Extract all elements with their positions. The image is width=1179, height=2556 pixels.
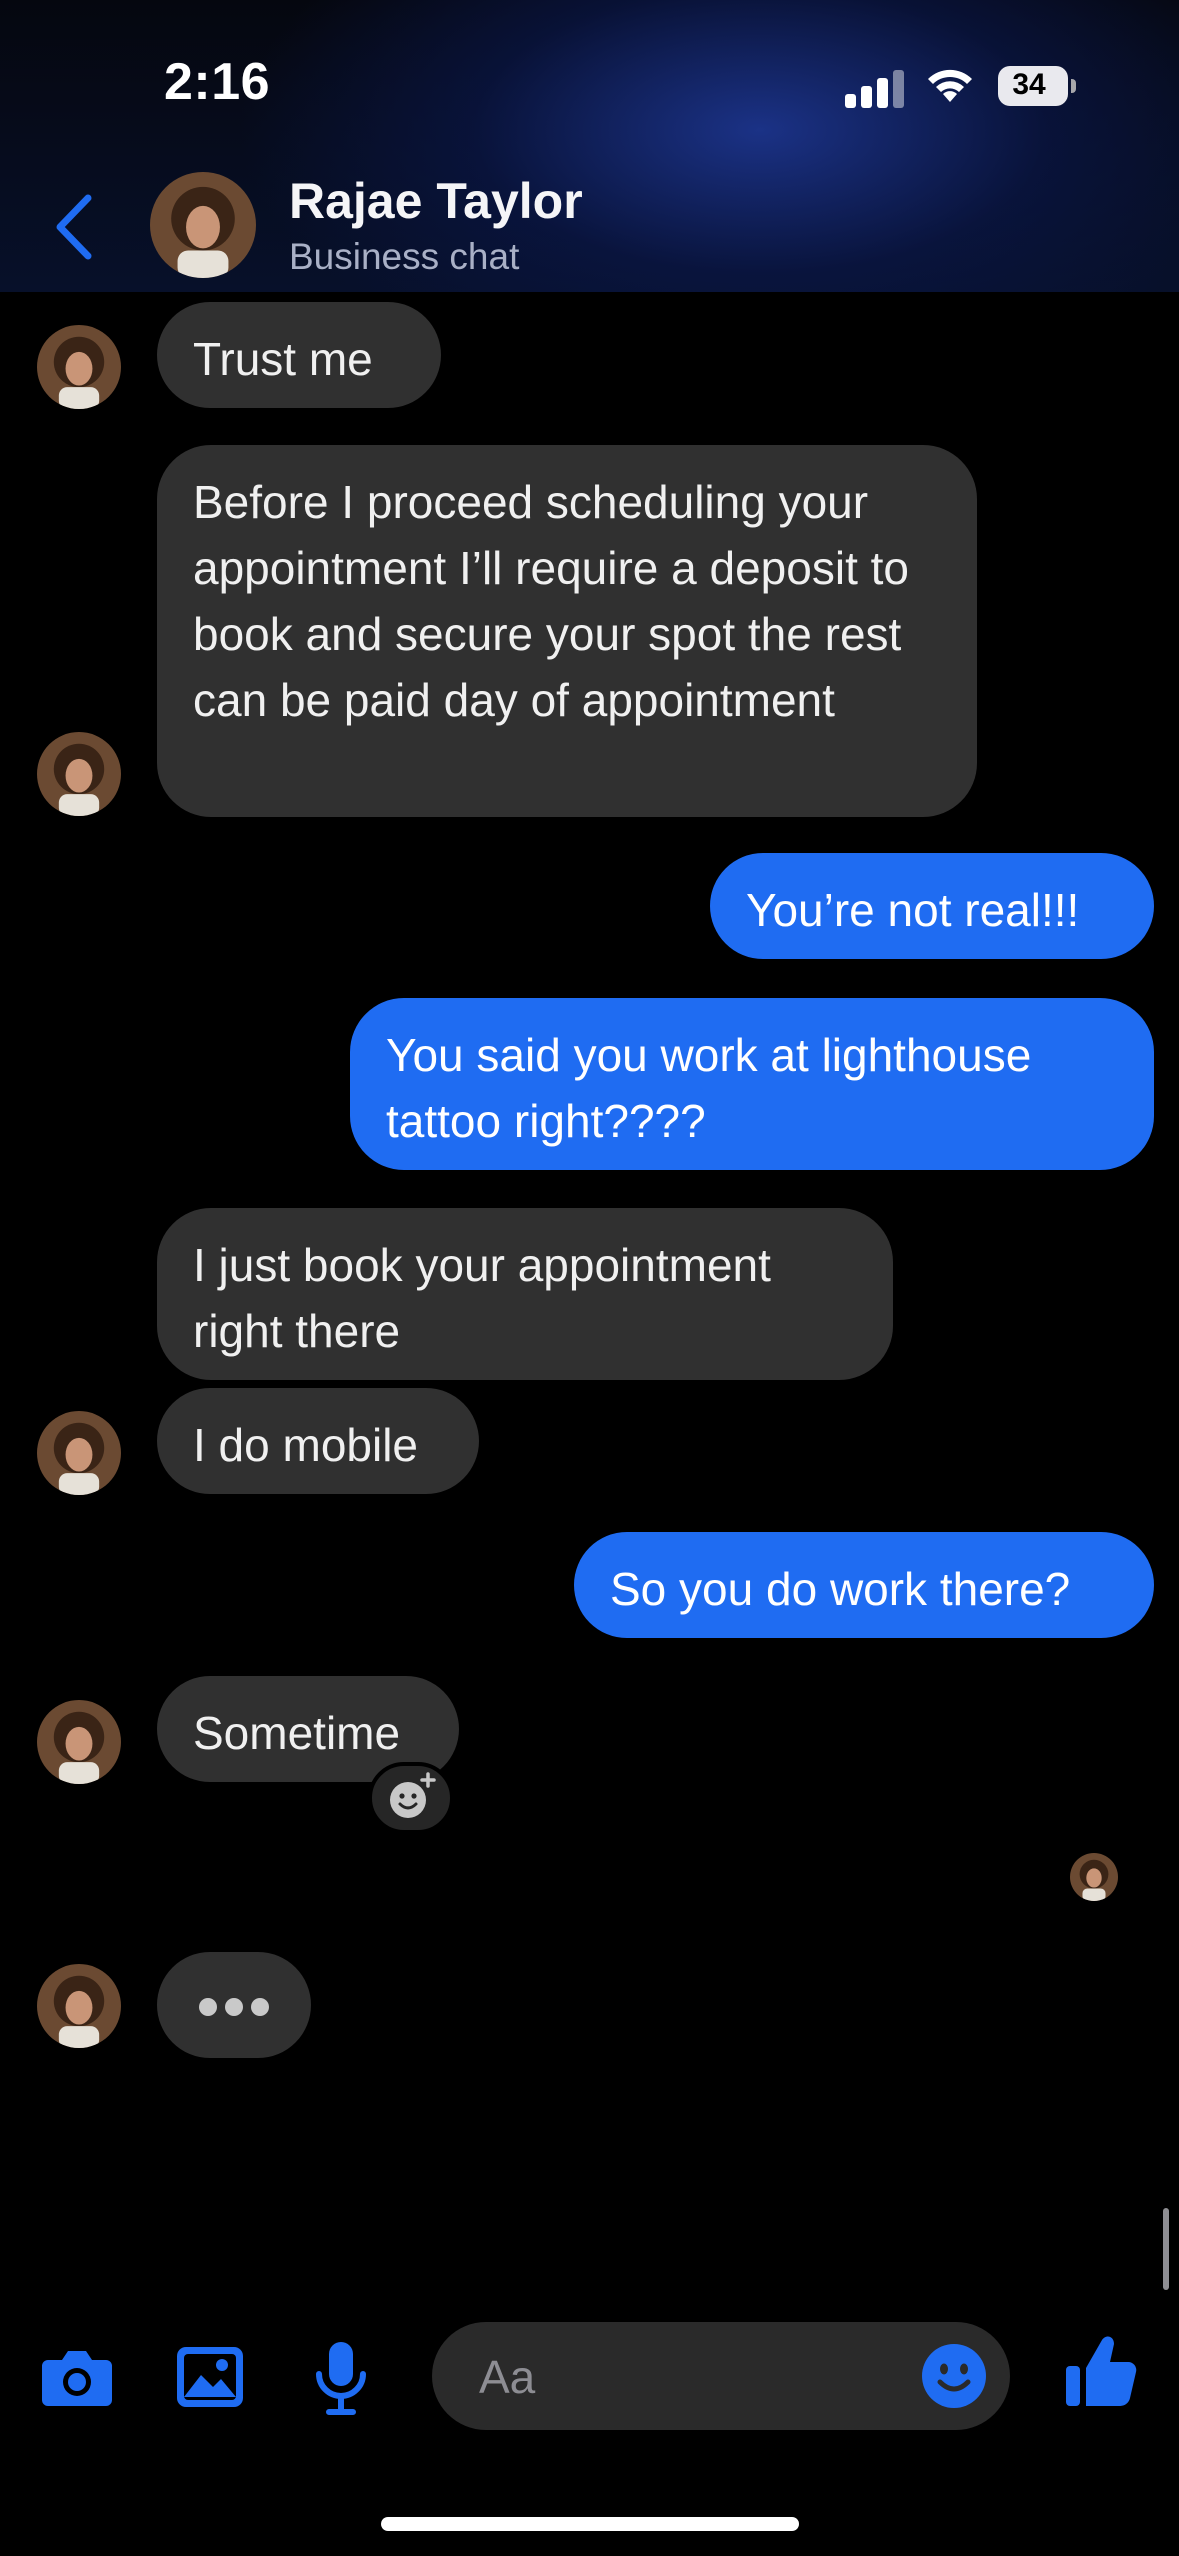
contact-name[interactable]: Rajae Taylor (289, 172, 583, 230)
typing-dots-icon (157, 1952, 311, 2058)
seen-receipt-avatar (1070, 1853, 1118, 1901)
message-bubble-outgoing[interactable]: You’re not real!!! (710, 853, 1154, 959)
message-input-container[interactable] (432, 2322, 1010, 2430)
sender-avatar[interactable] (37, 1411, 121, 1495)
wifi-icon (928, 69, 972, 102)
sender-avatar[interactable] (37, 1700, 121, 1784)
scrollbar[interactable] (1163, 2208, 1169, 2290)
add-reaction-icon (390, 1772, 436, 1818)
status-time: 2:16 (164, 53, 271, 111)
message-bubble-incoming[interactable]: Trust me (157, 302, 441, 408)
message-bubble-incoming[interactable]: I do mobile (157, 1388, 479, 1494)
thumbs-up-icon[interactable] (1064, 2334, 1138, 2410)
contact-avatar[interactable] (150, 172, 256, 278)
message-bubble-incoming[interactable]: I just book your appointment right there (157, 1208, 893, 1380)
message-input[interactable] (477, 2344, 901, 2410)
add-reaction-button[interactable] (368, 1762, 454, 1834)
battery-level: 34 (1012, 68, 1046, 101)
photo-icon[interactable] (175, 2345, 245, 2409)
sender-avatar[interactable] (37, 732, 121, 816)
message-bubble-incoming[interactable]: Before I proceed scheduling your appoint… (157, 445, 977, 817)
chevron-left-icon[interactable] (50, 192, 98, 262)
camera-icon[interactable] (40, 2346, 114, 2408)
sender-avatar[interactable] (37, 1964, 121, 2048)
battery-icon: 34 (998, 66, 1076, 106)
cellular-signal-icon (845, 70, 905, 108)
message-bubble-outgoing[interactable]: So you do work there? (574, 1532, 1154, 1638)
sender-avatar[interactable] (37, 325, 121, 409)
home-indicator[interactable] (381, 2517, 799, 2531)
message-bubble-outgoing[interactable]: You said you work at lighthouse tattoo r… (350, 998, 1154, 1170)
status-bar: 2:16 34 (0, 0, 1179, 170)
contact-subtitle: Business chat (289, 236, 520, 277)
microphone-icon[interactable] (313, 2340, 369, 2418)
emoji-icon[interactable] (920, 2342, 988, 2410)
